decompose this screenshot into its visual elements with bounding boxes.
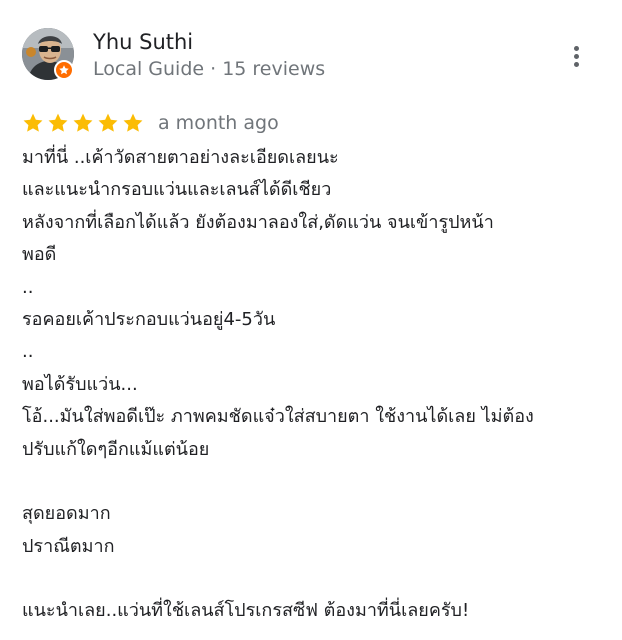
rating-row: a month ago: [22, 108, 279, 138]
more-vert-icon-dot: [573, 53, 579, 59]
local-guide-badge-icon: [54, 60, 74, 80]
review-text-line: ..: [22, 341, 34, 363]
review-text-line: ปรับแก้ใดๆอีกแม้แต่น้อย: [22, 438, 210, 460]
review-text-line: หลังจากที่เลือกได้แล้ว ยังต้องมาลองใส่,ด…: [22, 211, 494, 233]
review-text-line: มาที่นี่ ..เค้าวัดสายตาอย่างละเอียดเลยนะ: [22, 147, 339, 168]
review-text-line: [22, 466, 607, 498]
star-icon: [72, 112, 94, 134]
more-vert-icon-dot: [573, 61, 579, 67]
review-text-line: แนะนำเลย..แว่นที่ใช้เลนส์โปรเกรสซีฟ ต้อง…: [22, 600, 470, 622]
star-icon: [22, 112, 44, 134]
reviewer-meta[interactable]: Local Guide · 15 reviews: [93, 55, 325, 83]
review-text-line: พอได้รับแว่น...: [22, 373, 138, 395]
star-icon: [122, 112, 144, 134]
star-rating: [22, 112, 144, 134]
review-text-line: สุดยอดมาก: [22, 503, 111, 525]
review-card: Yhu Suthi Local Guide · 15 reviews a mon…: [0, 0, 622, 640]
review-text-line: และแนะนำกรอบแว่นและเลนส์ได้ดีเชียว: [22, 179, 332, 201]
review-text-line: ..: [22, 276, 34, 298]
review-text-line: ปราณีตมาก: [22, 535, 115, 557]
review-text-line: รอคอยเค้าประกอบแว่นอยู่4-5วัน: [22, 308, 276, 330]
star-icon: [97, 112, 119, 134]
more-options-button[interactable]: [562, 40, 590, 72]
reviewer-avatar[interactable]: [22, 28, 74, 80]
review-date: a month ago: [158, 112, 279, 134]
review-text-line: [22, 563, 607, 595]
review-text: มาที่นี่ ..เค้าวัดสายตาอย่างละเอียดเลยนะ…: [22, 142, 607, 628]
review-text-line: โอ้...มันใส่พอดีเป๊ะ ภาพคมชัดแจ๋วใส่สบาย…: [22, 406, 534, 428]
star-icon: [47, 112, 69, 134]
review-text-line: พอดี: [22, 244, 57, 266]
reviewer-name[interactable]: Yhu Suthi: [93, 28, 193, 56]
more-vert-icon: [573, 45, 579, 51]
